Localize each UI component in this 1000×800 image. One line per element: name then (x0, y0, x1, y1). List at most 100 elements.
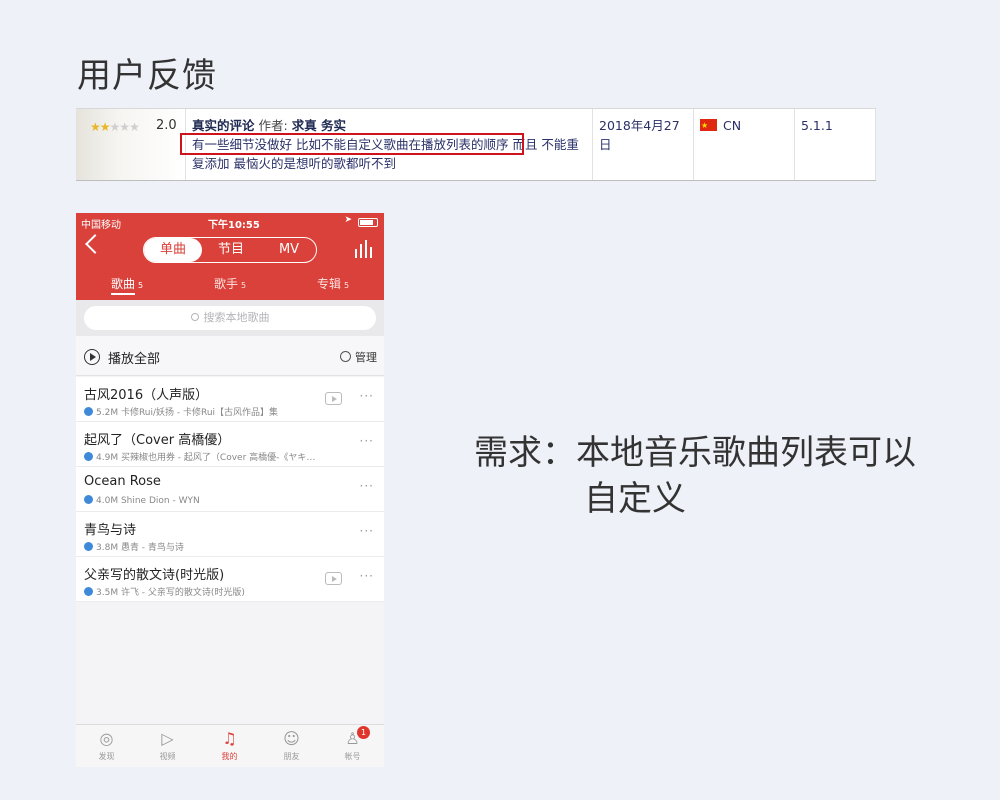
tab-label: 发现 (98, 752, 115, 761)
tab-friends[interactable]: ☺ 朋友 (261, 725, 322, 767)
song-meta-text: 3.5M 许飞 - 父亲写的散文诗(时光版) (96, 588, 245, 598)
video-icon: ▷ (161, 729, 174, 748)
star-icon: ★ (90, 120, 101, 134)
song-row[interactable]: 青鸟与诗 3.8M 愚青 - 青鸟与诗 ··· (76, 512, 384, 557)
location-icon: ➤ (344, 215, 352, 225)
page-title: 用户反馈 (77, 56, 217, 96)
notification-badge: 1 (357, 726, 370, 739)
subtab-count: 5 (344, 281, 350, 290)
verified-icon (84, 407, 93, 416)
tab-label: 帐号 (344, 752, 361, 761)
phone-screenshot: 中国移动 下午10:55 ➤ 单曲 节目 MV 歌曲 5 歌手 5 专辑 5 搜索本地… (76, 213, 384, 767)
app-version: 5.1.1 (795, 109, 876, 180)
requirement-line-2: 自定义 (584, 479, 686, 519)
tab-label: 我的 (221, 752, 238, 761)
china-flag-icon (700, 116, 717, 135)
search-placeholder: 搜索本地歌曲 (203, 311, 270, 324)
country-cell: CN (694, 109, 795, 180)
song-title: 父亲写的散文诗(时光版) (84, 568, 225, 583)
verified-icon (84, 495, 93, 504)
song-meta: 5.2M 卡修Rui/妖扬 - 卡修Rui【古风作品】集 (84, 405, 278, 418)
more-icon[interactable]: ··· (360, 524, 374, 538)
song-title: 古风2016（人声版） (84, 388, 209, 403)
review-row: ★★★★★ 2.0 真实的评论 作者: 求真 务实 有一些细节没做好 比如不能自… (76, 108, 876, 181)
segment-singles[interactable]: 单曲 (144, 238, 202, 262)
segment-programs[interactable]: 节目 (202, 238, 260, 262)
battery-icon (358, 218, 378, 227)
more-icon[interactable]: ··· (360, 389, 374, 403)
subtab-songs[interactable]: 歌曲 5 (111, 275, 143, 292)
search-area: 搜索本地歌曲 (76, 300, 384, 336)
rating-cell: ★★★★★ 2.0 (76, 109, 186, 180)
tab-mine[interactable]: ♫ 我的 (199, 725, 260, 767)
song-meta: 3.5M 许飞 - 父亲写的散文诗(时光版) (84, 585, 245, 598)
verified-icon (84, 452, 93, 461)
tab-label: 朋友 (283, 752, 300, 761)
play-circle-icon[interactable] (84, 349, 100, 365)
song-meta-text: 5.2M 卡修Rui/妖扬 - 卡修Rui【古风作品】集 (96, 408, 279, 418)
manage-button[interactable]: 管理 (340, 349, 377, 365)
discover-icon: ◎ (99, 729, 114, 748)
song-row[interactable]: 起风了（Cover 高橋優） 4.9M 买辣椒也用券 - 起风了（Cover 高… (76, 422, 384, 467)
segment-control: 单曲 节目 MV (143, 237, 317, 263)
subtab-albums[interactable]: 专辑 5 (317, 275, 349, 292)
mv-play-icon[interactable] (325, 392, 342, 405)
bottom-tab-bar: ◎ 发现 ▷ 视频 ♫ 我的 ☺ 朋友 ♙ 帐号 1 (76, 724, 384, 767)
song-row[interactable]: Ocean Rose 4.0M Shine Dion - WYN ··· (76, 467, 384, 512)
carrier-label: 中国移动 (81, 220, 121, 231)
status-bar: 中国移动 下午10:55 ➤ (76, 213, 384, 231)
author-label: 作者: (258, 118, 288, 133)
song-meta-text: 3.8M 愚青 - 青鸟与诗 (96, 543, 184, 553)
play-all-button[interactable]: 播放全部 (108, 348, 160, 367)
more-icon[interactable]: ··· (360, 434, 374, 448)
app-header: 中国移动 下午10:55 ➤ 单曲 节目 MV 歌曲 5 歌手 5 专辑 5 (76, 213, 384, 300)
segment-mv[interactable]: MV (260, 238, 318, 262)
song-row[interactable]: 古风2016（人声版） 5.2M 卡修Rui/妖扬 - 卡修Rui【古风作品】集… (76, 377, 384, 422)
tab-video[interactable]: ▷ 视频 (137, 725, 198, 767)
star-rating: ★★★★★ (90, 118, 140, 137)
star-icon: ★ (99, 120, 111, 134)
play-all-bar: 播放全部 管理 (76, 336, 384, 376)
friends-icon: ☺ (283, 729, 300, 748)
song-meta-text: 4.9M 买辣椒也用券 - 起风了（Cover 高橋優-《ヤキ… (96, 453, 316, 463)
highlight-box (180, 133, 524, 155)
song-title: 起风了（Cover 高橋優） (84, 433, 231, 448)
subtab-label: 歌手 (214, 277, 239, 291)
song-meta: 3.8M 愚青 - 青鸟与诗 (84, 540, 184, 553)
song-title: 青鸟与诗 (84, 523, 137, 538)
star-empty-icon: ★ (129, 120, 140, 134)
song-meta: 4.9M 买辣椒也用券 - 起风了（Cover 高橋優-《ヤキ… (84, 450, 315, 463)
music-note-icon: ♫ (222, 729, 237, 748)
active-tab-indicator (111, 293, 135, 295)
subtab-artists[interactable]: 歌手 5 (214, 275, 246, 292)
more-icon[interactable]: ··· (360, 479, 374, 493)
status-time: 下午10:55 (208, 220, 260, 231)
song-row[interactable]: 父亲写的散文诗(时光版) 3.5M 许飞 - 父亲写的散文诗(时光版) ··· (76, 557, 384, 602)
rating-value: 2.0 (156, 118, 177, 133)
review-title: 真实的评论 (192, 118, 255, 133)
requirement-text: 需求：本地音乐歌曲列表可以 自定义 (474, 430, 916, 522)
tab-discover[interactable]: ◎ 发现 (76, 725, 137, 767)
equalizer-icon[interactable] (354, 240, 374, 258)
requirement-line-1: 需求：本地音乐歌曲列表可以 (474, 433, 916, 473)
manage-label: 管理 (355, 351, 377, 364)
star-empty-icon: ★ (119, 120, 130, 134)
search-icon (190, 313, 199, 321)
star-empty-icon: ★ (109, 120, 121, 134)
verified-icon (84, 542, 93, 551)
tab-account[interactable]: ♙ 帐号 1 (322, 725, 383, 767)
mv-play-icon[interactable] (325, 572, 342, 585)
back-icon[interactable] (85, 234, 105, 254)
search-input[interactable]: 搜索本地歌曲 (84, 306, 376, 330)
review-date: 2018年4月27日 (593, 109, 694, 180)
country-code: CN (723, 118, 742, 133)
tab-label: 视频 (159, 752, 176, 761)
subtab-count: 5 (138, 281, 144, 290)
subtab-count: 5 (241, 281, 247, 290)
song-list: 古风2016（人声版） 5.2M 卡修Rui/妖扬 - 卡修Rui【古风作品】集… (76, 377, 384, 602)
song-meta: 4.0M Shine Dion - WYN (84, 495, 200, 506)
song-meta-text: 4.0M Shine Dion - WYN (96, 496, 200, 506)
review-author: 求真 务实 (291, 118, 347, 133)
more-icon[interactable]: ··· (360, 569, 374, 583)
song-title: Ocean Rose (84, 474, 161, 489)
